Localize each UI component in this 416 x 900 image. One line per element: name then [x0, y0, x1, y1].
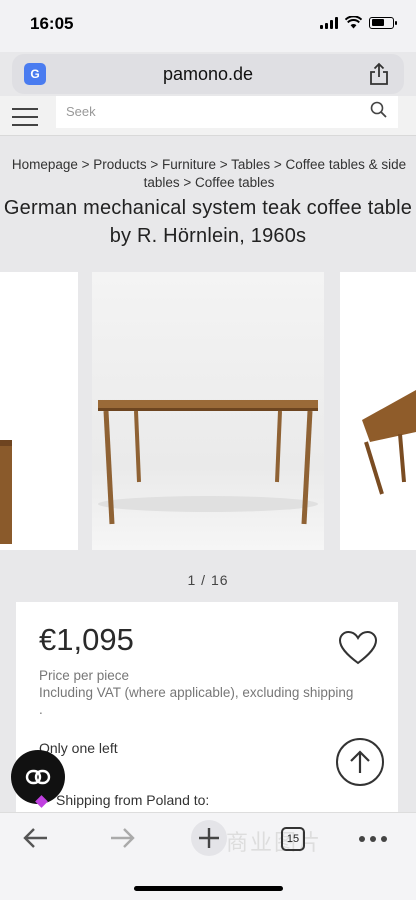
vat-note: Including VAT (where applicable), exclud… — [39, 685, 354, 717]
breadcrumb[interactable]: Homepage > Products > Furniture > Tables… — [0, 156, 416, 192]
shipping-label[interactable]: Shipping from Poland to: — [56, 792, 209, 808]
scroll-top-button[interactable] — [336, 738, 384, 786]
wifi-icon — [345, 16, 362, 29]
price-note: Price per piece — [39, 668, 130, 683]
clock: 16:05 — [30, 14, 74, 33]
link-icon — [25, 769, 51, 785]
menu-icon[interactable] — [12, 108, 38, 132]
share-icon[interactable] — [368, 62, 390, 86]
site-header: Seek — [0, 96, 416, 136]
heart-icon[interactable] — [338, 630, 378, 666]
address-bar[interactable]: G pamono.de — [12, 54, 404, 94]
home-indicator — [134, 886, 283, 891]
tab-count[interactable]: 15 — [281, 827, 305, 851]
forward-icon[interactable] — [108, 823, 136, 853]
more-icon[interactable] — [358, 835, 388, 843]
arrow-up-icon — [350, 750, 370, 773]
new-tab-icon[interactable] — [190, 819, 228, 857]
signal-icon — [320, 16, 338, 29]
status-bar: 16:05 — [0, 0, 416, 52]
url-text[interactable]: pamono.de — [12, 64, 404, 85]
watermark: 商业图片 — [226, 830, 323, 855]
back-icon[interactable] — [22, 823, 50, 853]
status-icons — [320, 16, 397, 29]
product-image[interactable] — [92, 272, 324, 550]
image-gallery[interactable] — [0, 272, 416, 550]
previous-image[interactable] — [0, 272, 78, 550]
search-icon[interactable] — [370, 101, 388, 119]
next-image[interactable] — [340, 272, 416, 550]
floating-link-button[interactable] — [11, 750, 65, 804]
browser-toolbar: 商业图片 15 — [0, 812, 416, 900]
price-card: €1,095 Price per piece Including VAT (wh… — [16, 602, 398, 822]
search-placeholder: Seek — [66, 104, 96, 119]
search-input[interactable]: Seek — [56, 96, 398, 128]
page-title: German mechanical system teak coffee tab… — [3, 197, 413, 247]
image-counter: 1 / 16 — [187, 572, 229, 588]
price: €1,095 — [39, 622, 134, 657]
battery-icon — [369, 16, 397, 29]
